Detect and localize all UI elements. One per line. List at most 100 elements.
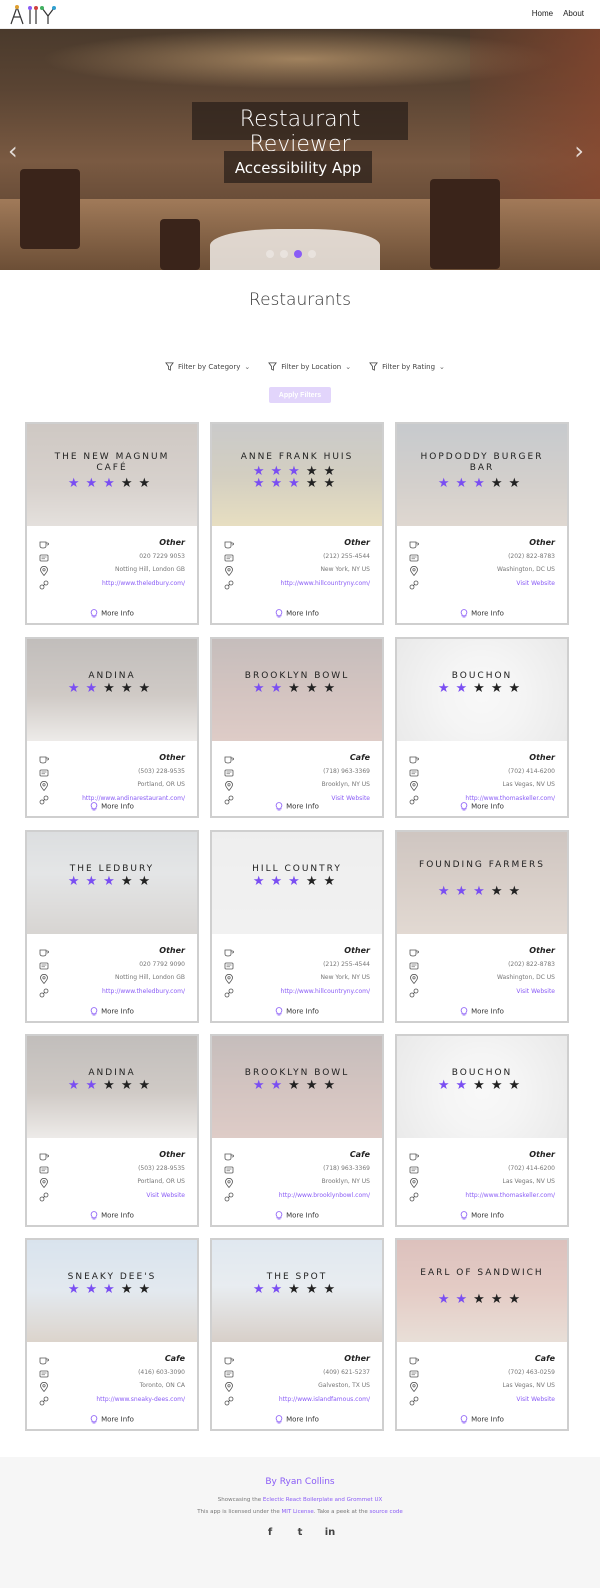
more-info-button[interactable]: More Info (212, 609, 382, 618)
chevron-right-icon[interactable]: › (574, 137, 584, 165)
restaurant-card[interactable]: Andina ★★★★★ Other (503) 228-9535 Portland, … (25, 637, 199, 818)
restaurant-phone[interactable]: (702) 463-0259 (508, 1369, 555, 1376)
restaurant-phone[interactable]: (702) 414-6200 (508, 1165, 555, 1172)
restaurant-card[interactable]: The Spot ★★★★★ Other (409) 621-5237 Galvesto… (210, 1238, 384, 1431)
license-link[interactable]: MIT License (282, 1509, 314, 1515)
restaurant-website[interactable]: Visit Website (516, 580, 555, 587)
star-icon: ★ (103, 476, 121, 491)
apply-filters-button[interactable]: Apply Filters (269, 387, 331, 403)
restaurant-website[interactable]: Visit Website (516, 988, 555, 995)
website-row: http://www.sneaky-dees.com/ (39, 1395, 185, 1409)
restaurant-card[interactable]: The New Magnum Café ★★★★★ Other 020 7229 90… (25, 422, 199, 625)
category-row: Other (224, 1354, 370, 1368)
restaurant-card[interactable]: Brooklyn Bowl ★★★★★ Cafe (718) 963-3369 Broo… (210, 1034, 384, 1227)
restaurant-website[interactable]: http://www.sneaky-dees.com/ (96, 1396, 185, 1403)
more-info-label: More Info (286, 1415, 319, 1424)
restaurant-phone[interactable]: 020 7229 9053 (139, 553, 185, 560)
restaurant-website[interactable]: http://www.hillcountryny.com/ (281, 988, 370, 995)
restaurant-website[interactable]: http://www.thomaskeller.com/ (465, 1192, 555, 1199)
restaurant-card[interactable]: Earl of Sandwich ★★★★★ Cafe (702) 463-0259 L… (395, 1238, 569, 1431)
restaurant-website[interactable]: http://www.hillcountryny.com/ (281, 580, 370, 587)
carousel-dot[interactable] (280, 250, 288, 258)
more-info-button[interactable]: More Info (212, 1211, 382, 1220)
location-row: Portland, OR US (39, 1177, 185, 1191)
restaurant-card[interactable]: Sneaky Dee's ★★★★★ Cafe (416) 603-3090 Toron… (25, 1238, 199, 1431)
carousel-dot[interactable] (308, 250, 316, 258)
coffee-cup-icon (224, 1357, 234, 1365)
more-info-button[interactable]: More Info (27, 609, 197, 618)
filter-bar: Filter by Category ⌄ Filter by Location … (165, 362, 445, 371)
boilerplate-link[interactable]: Eclectic React Boilerplate and Grommet U… (263, 1497, 382, 1503)
restaurant-card[interactable]: Anne Frank Huis ★★★★★ ★★★★★ Other (212) 255-… (210, 422, 384, 625)
restaurant-website[interactable]: http://www.islandfamous.com/ (279, 1396, 370, 1403)
more-info-button[interactable]: More Info (212, 1007, 382, 1016)
facebook-icon[interactable]: f (264, 1527, 276, 1538)
author-link[interactable]: Ryan Collins (280, 1477, 335, 1487)
restaurant-card[interactable]: Brooklyn Bowl ★★★★★ Cafe (718) 963-3369 Broo… (210, 637, 384, 818)
phone-icon (39, 962, 49, 969)
star-icon: ★ (508, 884, 527, 899)
more-info-button[interactable]: More Info (397, 802, 567, 811)
restaurant-name: The New Magnum Café (54, 452, 170, 473)
restaurant-phone[interactable]: (718) 963-3369 (323, 1165, 370, 1172)
restaurant-phone[interactable]: (212) 255-4544 (323, 553, 370, 560)
restaurant-website[interactable]: Visit Website (516, 1396, 555, 1403)
restaurant-card[interactable]: Bouchon ★★★★★ Other (702) 414-6200 Las Vegas… (395, 1034, 569, 1227)
more-info-button[interactable]: More Info (212, 802, 382, 811)
restaurant-phone[interactable]: (503) 228-9535 (138, 768, 185, 775)
carousel-dot[interactable] (266, 250, 274, 258)
restaurant-card[interactable]: The Ledbury ★★★★★ Other 020 7792 9090 Nottin… (25, 830, 199, 1023)
restaurant-phone[interactable]: (212) 255-4544 (323, 961, 370, 968)
restaurant-card[interactable]: Andina ★★★★★ Other (503) 228-9535 Portland, … (25, 1034, 199, 1227)
restaurant-phone[interactable]: (202) 822-8783 (508, 553, 555, 560)
more-info-button[interactable]: More Info (397, 1211, 567, 1220)
more-info-label: More Info (286, 802, 319, 811)
more-info-label: More Info (101, 802, 134, 811)
nav-about-link[interactable]: About (563, 9, 584, 18)
filter-category[interactable]: Filter by Category ⌄ (165, 362, 250, 371)
restaurant-phone[interactable]: (702) 414-6200 (508, 768, 555, 775)
more-info-button[interactable]: More Info (27, 1415, 197, 1424)
restaurant-phone[interactable]: 020 7792 9090 (139, 961, 185, 968)
restaurant-details: Other (409) 621-5237 Galveston, TX US http:… (212, 1342, 382, 1408)
more-info-button[interactable]: More Info (27, 1211, 197, 1220)
more-info-button[interactable]: More Info (27, 1007, 197, 1016)
restaurant-phone[interactable]: (503) 228-9535 (138, 1165, 185, 1172)
restaurant-website[interactable]: http://www.brooklynbowl.com/ (279, 1192, 370, 1199)
twitter-icon[interactable]: t (294, 1527, 306, 1538)
coffee-cup-icon (409, 756, 419, 764)
restaurant-website[interactable]: http://www.thomaskeller.com/ (465, 795, 555, 802)
location-row: Toronto, ON CA (39, 1381, 185, 1395)
carousel-dot[interactable] (294, 250, 302, 258)
location-pin-icon (410, 1382, 418, 1392)
more-info-button[interactable]: More Info (397, 609, 567, 618)
restaurant-image: Hill Country ★★★★★ (212, 832, 382, 934)
a11y-logo[interactable] (8, 4, 58, 26)
phone-row: (212) 255-4544 (224, 960, 370, 974)
restaurant-phone[interactable]: (416) 603-3090 (138, 1369, 185, 1376)
source-code-link[interactable]: source code (370, 1509, 403, 1515)
more-info-button[interactable]: More Info (27, 802, 197, 811)
star-icon: ★ (288, 476, 306, 491)
nav-home-link[interactable]: Home (532, 9, 553, 18)
restaurant-phone[interactable]: (202) 822-8783 (508, 961, 555, 968)
restaurant-website[interactable]: Visit Website (146, 1192, 185, 1199)
chevron-left-icon[interactable]: ‹ (8, 137, 18, 165)
restaurant-card[interactable]: Hill Country ★★★★★ Other (212) 255-4544 New … (210, 830, 384, 1023)
star-icon: ★ (508, 476, 527, 491)
restaurant-website[interactable]: Visit Website (331, 795, 370, 802)
filter-location[interactable]: Filter by Location ⌄ (268, 362, 351, 371)
more-info-button[interactable]: More Info (397, 1415, 567, 1424)
more-info-button[interactable]: More Info (212, 1415, 382, 1424)
restaurant-website[interactable]: http://www.theledbury.com/ (102, 988, 185, 995)
restaurant-card[interactable]: Bouchon ★★★★★ Other (702) 414-6200 Las Vegas… (395, 637, 569, 818)
restaurant-card[interactable]: Hopdoddy Burger Bar ★★★★★ Other (202) 822-8… (395, 422, 569, 625)
restaurant-card[interactable]: Founding Farmers ★★★★★ Other (202) 822-8783… (395, 830, 569, 1023)
more-info-button[interactable]: More Info (397, 1007, 567, 1016)
restaurant-website[interactable]: http://www.theledbury.com/ (102, 580, 185, 587)
restaurant-phone[interactable]: (718) 963-3369 (323, 768, 370, 775)
filter-rating[interactable]: Filter by Rating ⌄ (369, 362, 445, 371)
linkedin-icon[interactable]: in (324, 1527, 336, 1538)
restaurant-website[interactable]: http://www.andinarestaurant.com/ (82, 795, 185, 802)
restaurant-phone[interactable]: (409) 621-5237 (323, 1369, 370, 1376)
